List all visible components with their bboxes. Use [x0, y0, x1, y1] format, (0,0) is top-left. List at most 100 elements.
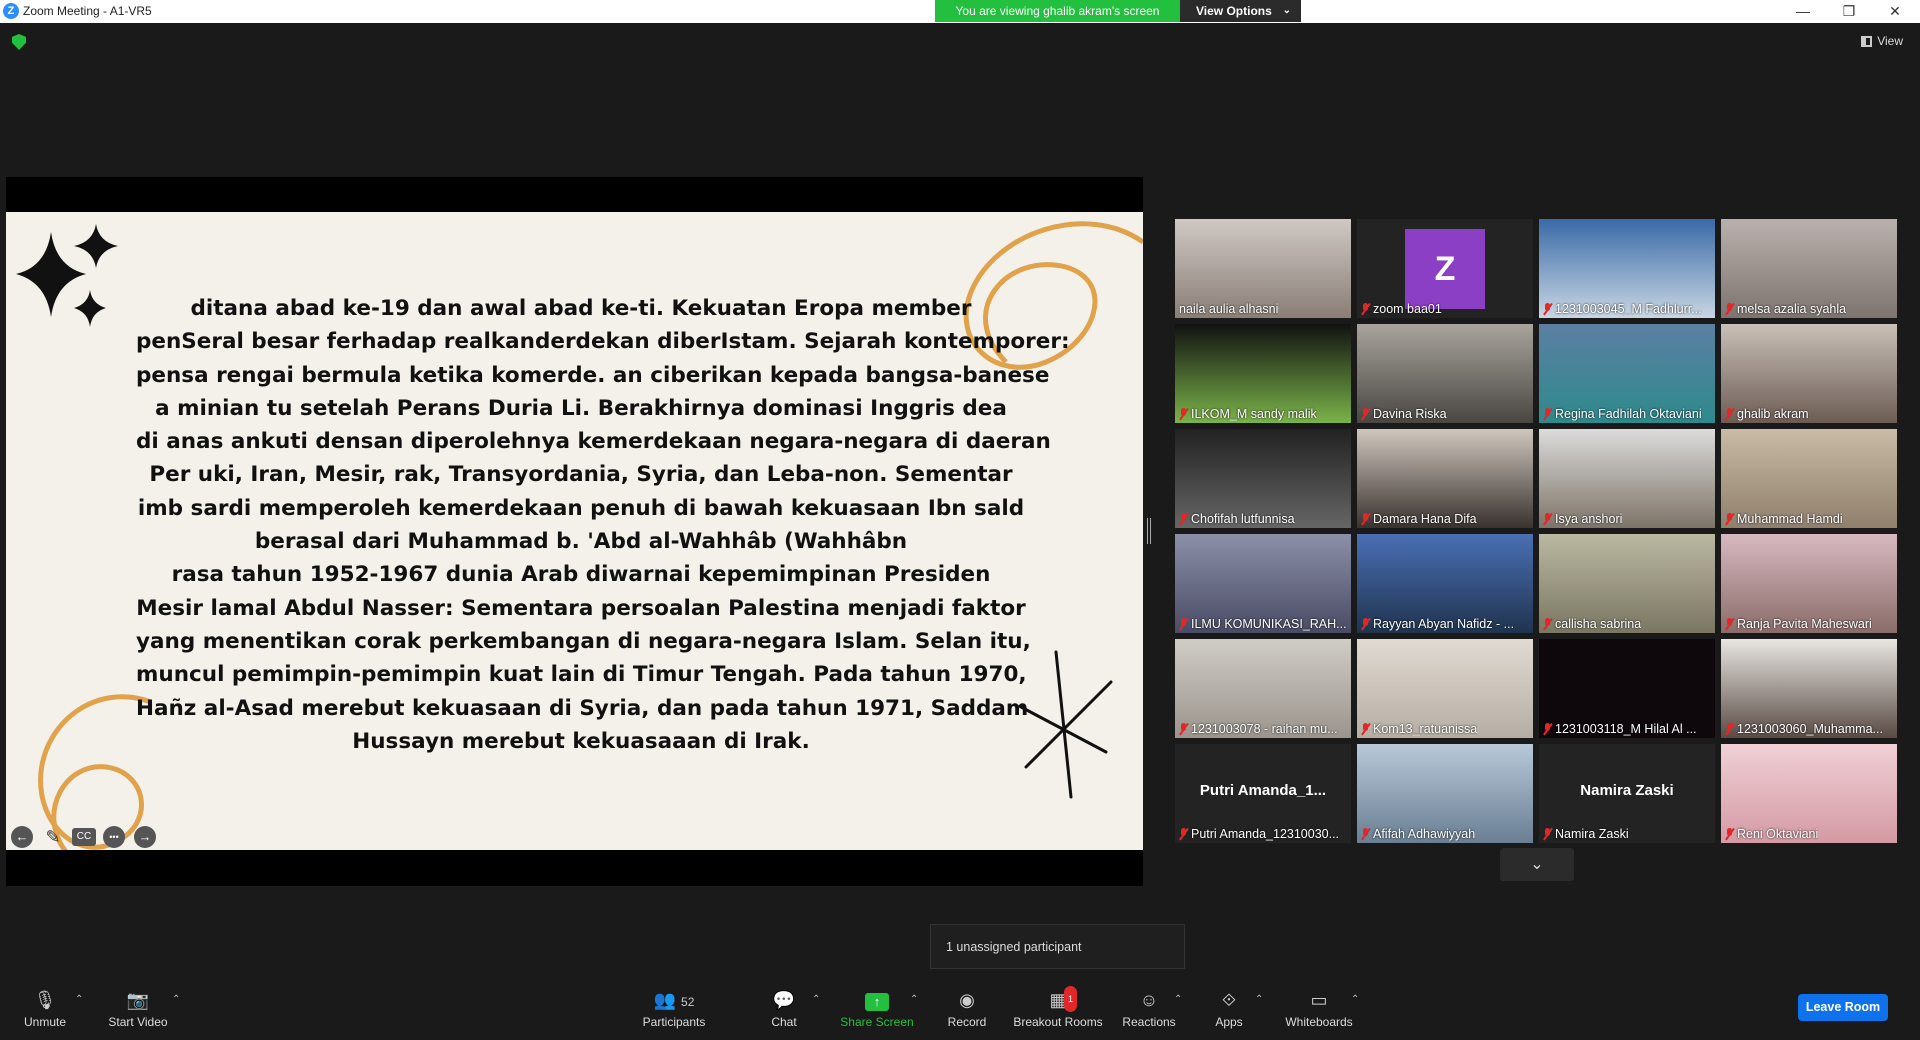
microphone-muted-icon — [1725, 513, 1734, 525]
shared-screen[interactable]: ditana abad ke-19 dan awal abad ke-ti. K… — [6, 177, 1143, 886]
participant-name: Regina Fadhilah Oktaviani — [1543, 407, 1702, 421]
reactions-label: Reactions — [1122, 1015, 1176, 1029]
participant-tile[interactable]: Putri Amanda_1... Putri Amanda_12310030..… — [1175, 744, 1351, 843]
reactions-caret-icon[interactable]: ⌃ — [1174, 994, 1182, 1005]
security-shield-icon[interactable] — [12, 34, 26, 50]
slide-text-line: di anas ankuti densan diperolehnya kemer… — [136, 429, 1051, 455]
sparkle-small-icon — [74, 224, 118, 268]
microphone-muted-icon — [1179, 618, 1188, 630]
microphone-muted-icon — [1543, 303, 1552, 315]
leave-room-button[interactable]: Leave Room — [1798, 994, 1888, 1021]
participant-tile[interactable]: ILKOM_M sandy malik — [1175, 324, 1351, 423]
participant-tile[interactable]: 1231003118_M Hilal Al ... — [1539, 639, 1715, 738]
microphone-muted-icon — [1361, 618, 1370, 630]
audio-options-caret-icon[interactable]: ⌃ — [75, 994, 83, 1005]
view-button[interactable]: View — [1861, 34, 1903, 48]
chat-options-caret-icon[interactable]: ⌃ — [812, 994, 820, 1005]
participant-tile[interactable]: 1231003060_Muhamma... — [1721, 639, 1897, 738]
asterisk-doodle — [1019, 650, 1113, 799]
view-options-button[interactable]: View Options ⌄ — [1180, 0, 1301, 22]
video-options-caret-icon[interactable]: ⌃ — [172, 994, 180, 1005]
whiteboards-caret-icon[interactable]: ⌃ — [1351, 994, 1359, 1005]
close-icon[interactable]: ✕ — [1872, 0, 1918, 23]
microphone-muted-icon — [1361, 303, 1370, 315]
breakout-rooms-icon: ▦ 1 — [1012, 986, 1104, 1012]
participant-tile[interactable]: callisha sabrina — [1539, 534, 1715, 633]
participant-tile[interactable]: Kom13_ratuanissa — [1357, 639, 1533, 738]
participant-tile[interactable]: 1231003045_M Fadhlurr... — [1539, 219, 1715, 318]
participant-tile[interactable]: Reni Oktaviani — [1721, 744, 1897, 843]
microphone-muted-icon — [1725, 618, 1734, 630]
participant-name-label: Rayyan Abyan Nafidz - ... — [1373, 617, 1515, 631]
participant-tile[interactable]: melsa azalia syahla — [1721, 219, 1897, 318]
participant-tile[interactable]: ghalib akram — [1721, 324, 1897, 423]
participant-tile[interactable]: naila aulia alhasni — [1175, 219, 1351, 318]
microphone-muted-icon — [1543, 618, 1552, 630]
more-icon[interactable]: ••• — [103, 826, 125, 848]
microphone-muted-icon — [1543, 513, 1552, 525]
gallery-next-page-button[interactable]: ⌄ — [1500, 848, 1574, 881]
breakout-rooms-label: Breakout Rooms — [1013, 1015, 1103, 1029]
participants-count: 52 — [681, 995, 695, 1009]
participants-icon: 👥 52 — [653, 990, 695, 1010]
viewing-banner: You are viewing ghalib akram's screen Vi… — [935, 0, 1301, 22]
participant-tile[interactable]: Isya anshori — [1539, 429, 1715, 528]
share-screen-button[interactable]: ↑ Share Screen — [832, 988, 922, 1029]
participant-tile[interactable]: Namira Zaski Namira Zaski — [1539, 744, 1715, 843]
participant-name-label: Namira Zaski — [1555, 827, 1629, 841]
participant-tile[interactable]: Regina Fadhilah Oktaviani — [1539, 324, 1715, 423]
participant-name-label: 1231003060_Muhamma... — [1737, 722, 1883, 736]
participant-tile[interactable]: Ranja Pavita Maheswari — [1721, 534, 1897, 633]
unassigned-participant-tooltip: 1 unassigned participant — [930, 924, 1185, 969]
split-resize-handle[interactable] — [1147, 518, 1151, 544]
participant-name-label: Regina Fadhilah Oktaviani — [1555, 407, 1702, 421]
microphone-muted-icon — [1361, 723, 1370, 735]
record-label: Record — [947, 1015, 987, 1029]
microphone-muted-icon — [1725, 828, 1734, 840]
participant-tile[interactable]: Davina Riska — [1357, 324, 1533, 423]
minimize-icon[interactable]: — — [1780, 0, 1826, 23]
arrow-right-icon[interactable]: → — [134, 826, 156, 848]
share-options-caret-icon[interactable]: ⌃ — [910, 994, 918, 1005]
participant-name: callisha sabrina — [1543, 617, 1641, 631]
start-video-button[interactable]: 📷 Start Video — [93, 988, 183, 1029]
slide-text-line: ditana abad ke-19 dan awal abad ke-ti. K… — [190, 296, 972, 321]
participant-tile[interactable]: Afifah Adhawiyyah — [1357, 744, 1533, 843]
record-button[interactable]: ◉ Record — [922, 988, 1012, 1029]
breakout-rooms-button[interactable]: ▦ 1 Breakout Rooms — [1012, 986, 1104, 1029]
participants-button[interactable]: 👥 52 Participants — [628, 988, 720, 1029]
video-off-icon: 📷 — [126, 990, 150, 1010]
participant-tile[interactable]: Zzoom baa01 — [1357, 219, 1533, 318]
microphone-muted-icon — [1543, 723, 1552, 735]
presentation-slide: ditana abad ke-19 dan awal abad ke-ti. K… — [6, 212, 1143, 850]
participant-tile[interactable]: ILMU KOMUNIKASI_RAH... — [1175, 534, 1351, 633]
slide-text-line: Hussayn merebut kekuasaaan di Irak. — [352, 728, 810, 754]
participant-name-label: Afifah Adhawiyyah — [1373, 827, 1476, 841]
participant-name-label: melsa azalia syahla — [1737, 302, 1847, 316]
microphone-muted-icon — [1179, 828, 1188, 840]
pen-icon[interactable]: ✎ — [42, 826, 64, 848]
participant-tile[interactable]: Chofifah lutfunnisa — [1175, 429, 1351, 528]
participant-name: Ranja Pavita Maheswari — [1725, 617, 1872, 631]
view-layout-icon — [1861, 35, 1873, 47]
participant-tile[interactable]: Rayyan Abyan Nafidz - ... — [1357, 534, 1533, 633]
slide-text-line: yang menentikan corak perkembangan di ne… — [136, 628, 1031, 654]
participant-tile[interactable]: Damara Hana Difa — [1357, 429, 1533, 528]
sparkle-tiny-icon — [74, 290, 106, 327]
breakout-badge: 1 — [1064, 986, 1078, 1012]
microphone-muted-icon — [1725, 303, 1734, 315]
participant-name: ILMU KOMUNIKASI_RAH... — [1179, 617, 1347, 631]
microphone-muted-icon — [1179, 408, 1188, 420]
captions-icon[interactable]: CC — [72, 828, 96, 846]
microphone-muted-icon — [1361, 828, 1370, 840]
participant-name: zoom baa01 — [1361, 302, 1442, 316]
slide-text-line: pensa rengai bermula ketika komerde. an … — [136, 362, 1050, 388]
arrow-left-icon[interactable]: ← — [11, 826, 33, 848]
participant-name-label: Putri Amanda_12310030... — [1191, 827, 1340, 841]
restore-icon[interactable]: ❐ — [1826, 0, 1872, 23]
view-options-label: View Options — [1196, 4, 1272, 18]
apps-caret-icon[interactable]: ⌃ — [1255, 994, 1263, 1005]
participant-tile[interactable]: Muhammad Hamdi — [1721, 429, 1897, 528]
share-screen-label: Share Screen — [840, 1015, 914, 1029]
participant-tile[interactable]: 1231003078 - raihan mu... — [1175, 639, 1351, 738]
